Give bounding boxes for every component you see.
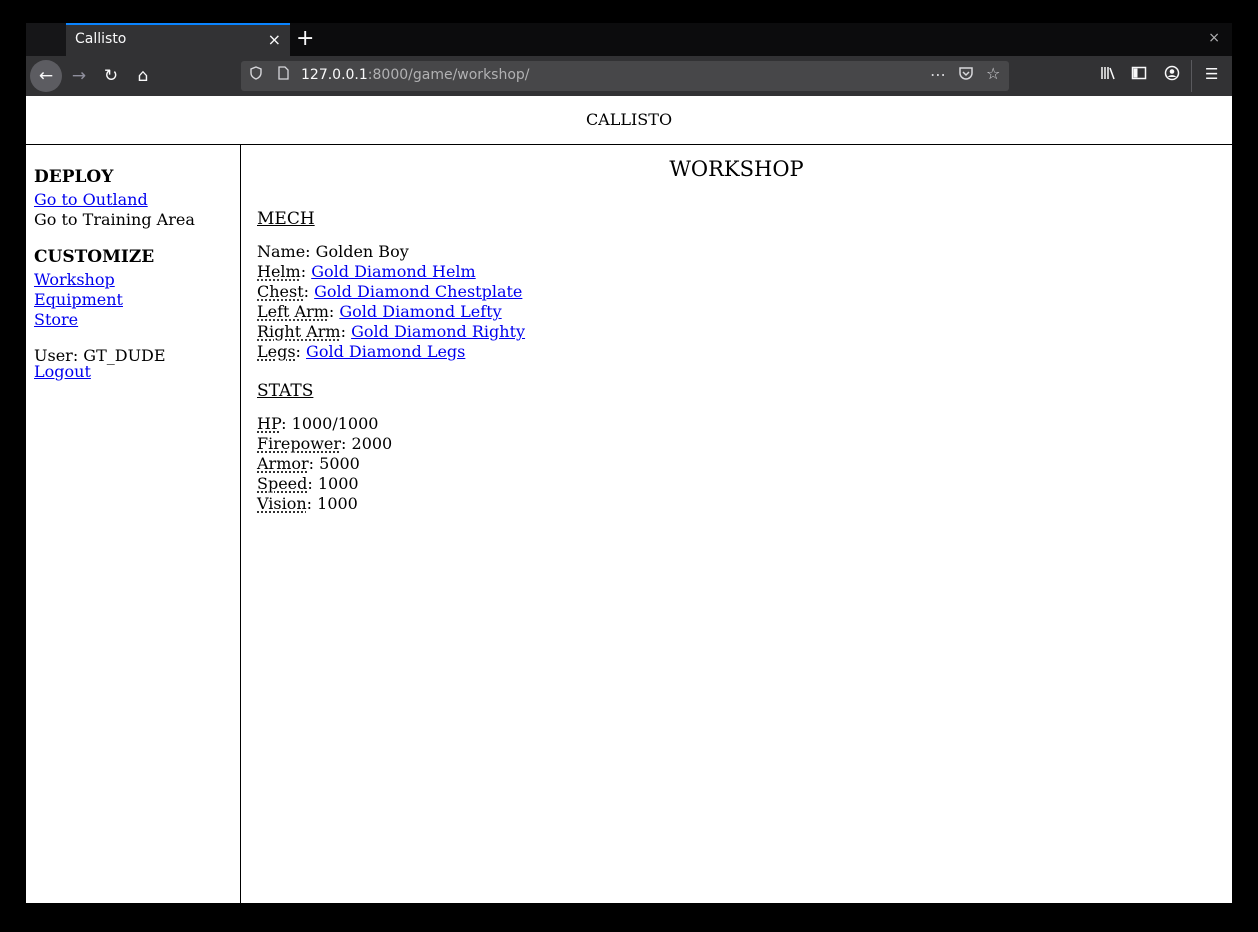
store-link[interactable]: Store <box>34 310 78 329</box>
vision-value: 1000 <box>317 494 358 513</box>
left-arm-label: Left Arm <box>257 302 329 321</box>
hp-row: HP: 1000/1000 <box>257 414 379 433</box>
site-title: CALLISTO <box>585 110 673 129</box>
hp-label: HP <box>257 414 282 433</box>
url-path: :8000/game/workshop/ <box>367 67 530 83</box>
tab-strip-spacer <box>26 23 66 56</box>
right-arm-row: Right Arm: Gold Diamond Righty <box>257 322 526 341</box>
star-icon[interactable]: ☆ <box>986 64 1000 83</box>
account-icon[interactable] <box>1164 65 1180 85</box>
vision-label: Vision <box>257 494 307 513</box>
browser-window: Callisto × + × ← → ↻ ⌂ 127.0.0.1:8000/ga… <box>26 23 1232 903</box>
speed-label: Speed <box>257 474 308 493</box>
helm-label: Helm <box>257 262 301 281</box>
right-arm-link[interactable]: Gold Diamond Righty <box>351 322 525 341</box>
chest-row: Chest: Gold Diamond Chestplate <box>257 282 523 301</box>
firepower-label: Firepower <box>257 434 342 453</box>
close-tab-icon[interactable]: × <box>268 31 281 49</box>
page-icon[interactable] <box>277 66 289 84</box>
stats-heading: STATS <box>257 381 314 401</box>
forward-arrow-icon[interactable]: → <box>63 60 95 92</box>
firepower-row: Firepower: 2000 <box>257 434 393 453</box>
legs-label: Legs <box>257 342 296 361</box>
back-arrow-icon[interactable]: ← <box>30 60 62 92</box>
sidebar-toggle-icon[interactable] <box>1131 65 1147 85</box>
logout-link[interactable]: Logout <box>34 362 91 381</box>
firepower-value: 2000 <box>351 434 393 453</box>
name-value: Golden Boy <box>315 242 409 261</box>
right-arm-label: Right Arm <box>257 322 341 341</box>
sidebar: DEPLOY Go to Outland Go to Training Area… <box>26 145 241 903</box>
helm-row: Helm: Gold Diamond Helm <box>257 262 476 281</box>
main-content: WORKSHOP MECH Name: Golden Boy Helm: Gol… <box>241 145 1232 903</box>
hp-value: 1000/1000 <box>291 414 379 433</box>
pocket-icon[interactable] <box>958 65 974 85</box>
shield-icon[interactable] <box>250 66 262 84</box>
tab-title: Callisto <box>75 31 127 47</box>
new-tab-icon[interactable]: + <box>296 26 314 52</box>
go-to-training-area-text: Go to Training Area <box>34 210 195 229</box>
legs-link[interactable]: Gold Diamond Legs <box>306 342 465 361</box>
legs-row: Legs: Gold Diamond Legs <box>257 342 466 361</box>
vision-row: Vision: 1000 <box>257 494 358 513</box>
browser-tab[interactable]: Callisto × <box>66 23 290 56</box>
window-close-icon[interactable]: × <box>1208 30 1220 46</box>
equipment-link[interactable]: Equipment <box>34 290 123 309</box>
url-bar[interactable]: 127.0.0.1:8000/game/workshop/ ⋯ ☆ <box>241 61 1009 91</box>
library-icon[interactable] <box>1100 65 1116 85</box>
hamburger-menu-icon[interactable]: ☰ <box>1205 65 1218 83</box>
navigation-toolbar: ← → ↻ ⌂ 127.0.0.1:8000/game/workshop/ ⋯ … <box>26 56 1232 96</box>
go-to-outland-link[interactable]: Go to Outland <box>34 190 148 209</box>
chest-link[interactable]: Gold Diamond Chestplate <box>314 282 522 301</box>
speed-value: 1000 <box>317 474 359 493</box>
reload-icon[interactable]: ↻ <box>95 60 127 92</box>
left-arm-row: Left Arm: Gold Diamond Lefty <box>257 302 502 321</box>
armor-row: Armor: 5000 <box>257 454 360 473</box>
armor-value: 5000 <box>319 454 360 473</box>
armor-label: Armor <box>257 454 309 473</box>
deploy-heading: DEPLOY <box>34 167 114 187</box>
page-title: WORKSHOP <box>669 157 804 181</box>
left-arm-link[interactable]: Gold Diamond Lefty <box>339 302 501 321</box>
web-page: CALLISTO DEPLOY Go to Outland Go to Trai… <box>26 96 1232 903</box>
toolbar-separator <box>1191 60 1192 92</box>
helm-link[interactable]: Gold Diamond Helm <box>311 262 476 281</box>
mech-name-row: Name: Golden Boy <box>257 242 409 262</box>
home-icon[interactable]: ⌂ <box>127 60 159 92</box>
url-host: 127.0.0.1 <box>301 67 368 83</box>
chest-label: Chest <box>257 282 304 301</box>
tab-strip: Callisto × + × <box>26 23 1232 56</box>
more-actions-icon[interactable]: ⋯ <box>930 65 946 84</box>
name-label: Name: <box>257 242 311 261</box>
customize-heading: CUSTOMIZE <box>34 247 155 267</box>
mech-heading: MECH <box>257 209 315 229</box>
site-header: CALLISTO <box>26 96 1232 145</box>
speed-row: Speed: 1000 <box>257 474 359 493</box>
workshop-link[interactable]: Workshop <box>34 270 115 289</box>
url-text[interactable]: 127.0.0.1:8000/game/workshop/ <box>301 67 530 83</box>
